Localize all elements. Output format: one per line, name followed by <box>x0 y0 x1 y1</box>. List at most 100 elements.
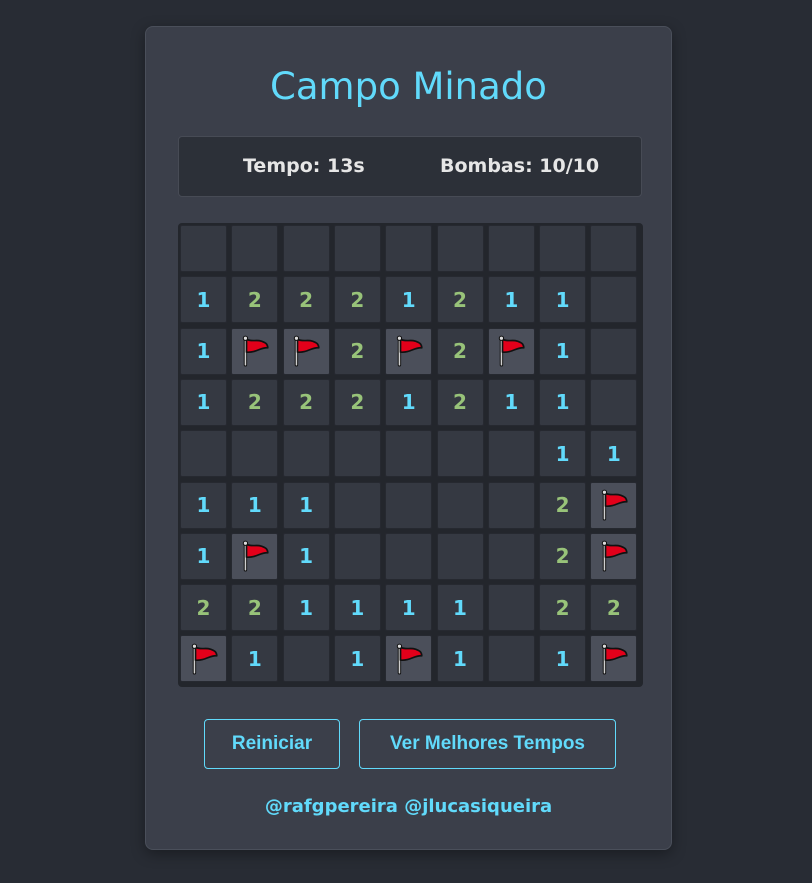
number-cell[interactable]: 1 <box>436 584 484 632</box>
empty-cell[interactable] <box>590 276 638 324</box>
flag-icon <box>601 489 628 521</box>
number-cell[interactable]: 2 <box>231 584 279 632</box>
empty-cell[interactable] <box>231 430 279 478</box>
number-cell[interactable]: 1 <box>180 378 227 426</box>
empty-cell[interactable] <box>385 225 433 272</box>
minefield-board: 1222121112211222121111111211222111122111… <box>178 223 643 687</box>
number-cell[interactable]: 2 <box>436 378 484 426</box>
number-cell[interactable]: 2 <box>436 327 484 375</box>
empty-cell[interactable] <box>282 430 330 478</box>
number-cell[interactable]: 1 <box>282 481 330 529</box>
empty-cell[interactable] <box>333 225 381 272</box>
number-cell[interactable]: 1 <box>539 276 587 324</box>
number-cell[interactable]: 2 <box>333 327 381 375</box>
bomb-counter: Bombas: 10/10 <box>440 155 600 177</box>
number-cell[interactable]: 1 <box>487 276 535 324</box>
number-cell[interactable]: 1 <box>385 584 433 632</box>
flag-icon <box>499 335 525 367</box>
flagged-cell[interactable] <box>231 327 279 375</box>
number-cell[interactable]: 1 <box>333 584 381 632</box>
game-panel: Campo Minado Tempo: 13s Bombas: 10/10 12… <box>145 26 672 850</box>
empty-cell[interactable] <box>487 635 535 683</box>
empty-cell[interactable] <box>333 532 381 580</box>
number-cell[interactable]: 1 <box>487 378 535 426</box>
number-cell[interactable]: 2 <box>539 481 587 529</box>
number-cell[interactable]: 1 <box>539 378 587 426</box>
timer-display: Tempo: 13s <box>243 155 365 177</box>
number-cell[interactable]: 1 <box>539 327 587 375</box>
flagged-cell[interactable] <box>180 635 227 683</box>
flag-icon <box>242 540 269 572</box>
stats-bar: Tempo: 13s Bombas: 10/10 <box>178 136 642 197</box>
empty-cell[interactable] <box>180 225 227 272</box>
number-cell[interactable]: 1 <box>539 635 587 683</box>
empty-cell[interactable] <box>436 430 484 478</box>
number-cell[interactable]: 1 <box>436 635 484 683</box>
number-cell[interactable]: 1 <box>180 276 227 324</box>
flagged-cell[interactable] <box>590 635 638 683</box>
number-cell[interactable]: 1 <box>282 584 330 632</box>
number-cell[interactable]: 2 <box>436 276 484 324</box>
number-cell[interactable]: 2 <box>539 584 587 632</box>
empty-cell[interactable] <box>282 635 330 683</box>
flagged-cell[interactable] <box>282 327 330 375</box>
flagged-cell[interactable] <box>590 481 638 529</box>
empty-cell[interactable] <box>385 532 433 580</box>
empty-cell[interactable] <box>333 481 381 529</box>
empty-cell[interactable] <box>487 481 535 529</box>
flag-icon <box>242 335 269 367</box>
empty-cell[interactable] <box>487 584 535 632</box>
number-cell[interactable]: 1 <box>333 635 381 683</box>
best-times-button[interactable]: Ver Melhores Tempos <box>359 719 616 769</box>
game-title: Campo Minado <box>270 65 547 108</box>
flagged-cell[interactable] <box>385 327 433 375</box>
flagged-cell[interactable] <box>231 532 279 580</box>
flagged-cell[interactable] <box>590 532 638 580</box>
number-cell[interactable]: 2 <box>333 378 381 426</box>
number-cell[interactable]: 2 <box>231 378 279 426</box>
number-cell[interactable]: 2 <box>539 532 587 580</box>
number-cell[interactable]: 2 <box>282 276 330 324</box>
empty-cell[interactable] <box>487 430 535 478</box>
empty-cell[interactable] <box>487 532 535 580</box>
number-cell[interactable]: 1 <box>231 635 279 683</box>
number-cell[interactable]: 2 <box>590 584 638 632</box>
number-cell[interactable]: 1 <box>180 327 227 375</box>
number-cell[interactable]: 2 <box>282 378 330 426</box>
number-cell[interactable]: 1 <box>539 430 587 478</box>
number-cell[interactable]: 2 <box>231 276 279 324</box>
number-cell[interactable]: 2 <box>180 584 227 632</box>
flag-icon <box>293 335 320 367</box>
empty-cell[interactable] <box>231 225 279 272</box>
empty-cell[interactable] <box>590 378 638 426</box>
empty-cell[interactable] <box>436 532 484 580</box>
empty-cell[interactable] <box>436 481 484 529</box>
number-cell[interactable]: 1 <box>385 378 433 426</box>
number-cell[interactable]: 1 <box>180 481 227 529</box>
flagged-cell[interactable] <box>385 635 433 683</box>
number-cell[interactable]: 1 <box>590 430 638 478</box>
empty-cell[interactable] <box>333 430 381 478</box>
empty-cell[interactable] <box>539 225 587 272</box>
flagged-cell[interactable] <box>487 327 535 375</box>
flag-icon <box>396 335 423 367</box>
flag-icon <box>601 540 628 572</box>
empty-cell[interactable] <box>590 327 638 375</box>
flag-icon <box>601 643 628 675</box>
empty-cell[interactable] <box>436 225 484 272</box>
restart-button[interactable]: Reiniciar <box>204 719 340 769</box>
author-credits: @rafgpereira @jlucasiqueira <box>264 796 553 817</box>
empty-cell[interactable] <box>385 430 433 478</box>
number-cell[interactable]: 2 <box>333 276 381 324</box>
empty-cell[interactable] <box>385 481 433 529</box>
number-cell[interactable]: 1 <box>282 532 330 580</box>
number-cell[interactable]: 1 <box>231 481 279 529</box>
flag-icon <box>396 643 423 675</box>
empty-cell[interactable] <box>487 225 535 272</box>
number-cell[interactable]: 1 <box>180 532 227 580</box>
empty-cell[interactable] <box>282 225 330 272</box>
flag-icon <box>191 643 218 675</box>
empty-cell[interactable] <box>180 430 227 478</box>
number-cell[interactable]: 1 <box>385 276 433 324</box>
empty-cell[interactable] <box>590 225 638 272</box>
